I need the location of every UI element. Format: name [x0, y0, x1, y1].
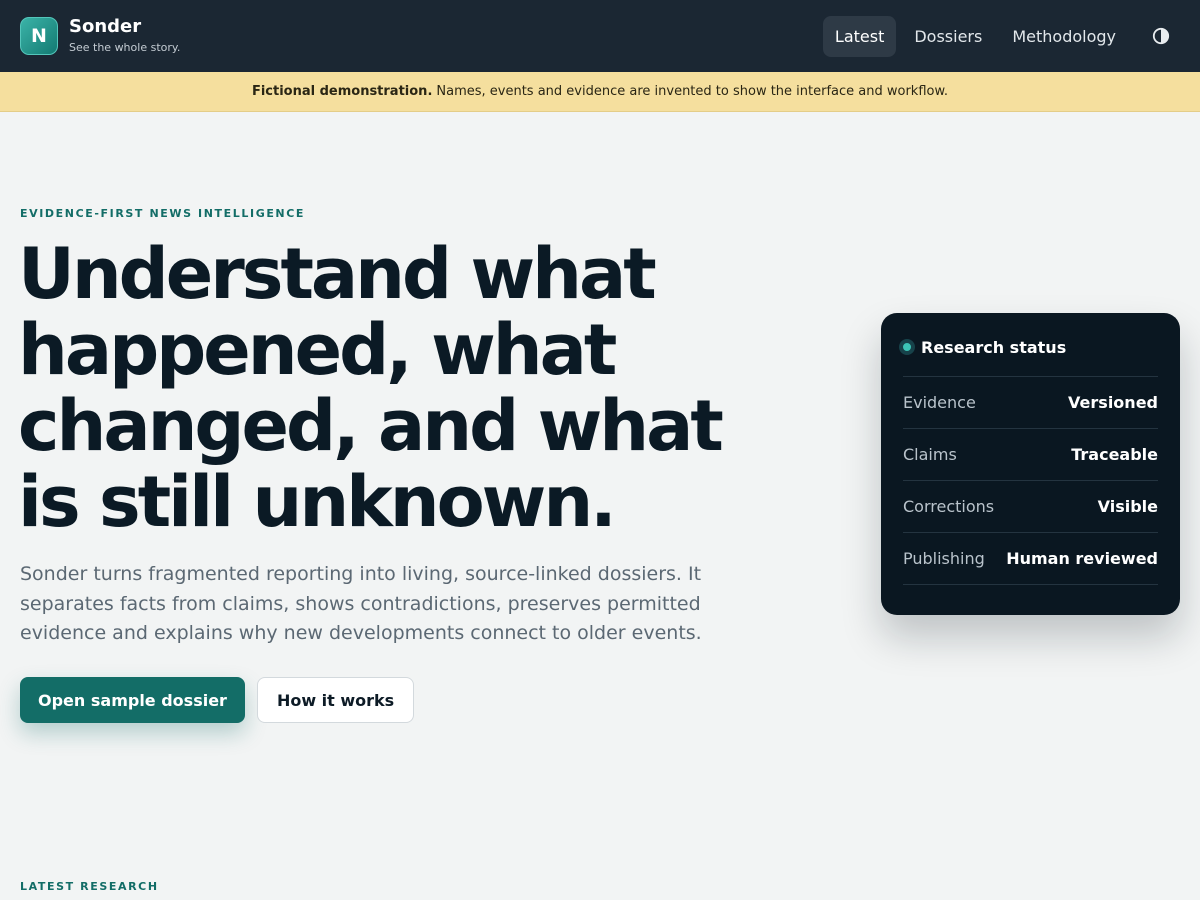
open-sample-dossier-button[interactable]: Open sample dossier: [20, 677, 245, 723]
nav-link-methodology[interactable]: Methodology: [1000, 16, 1128, 57]
nav-link-latest[interactable]: Latest: [822, 15, 897, 57]
status-label: Publishing: [903, 549, 985, 568]
banner-text: Names, events and evidence are invented …: [436, 84, 949, 99]
main-nav: Latest Dossiers Methodology: [817, 15, 1180, 57]
banner-strong-text: Fictional demonstration.: [251, 84, 433, 99]
how-it-works-button[interactable]: How it works: [256, 677, 415, 723]
latest-research-eyebrow: LATEST RESEARCH: [20, 880, 159, 893]
hero-title: Understand what happened, what changed, …: [18, 233, 724, 543]
brand-name: Sonder: [69, 16, 142, 37]
status-value: Versioned: [1068, 393, 1158, 412]
status-value: Traceable: [1071, 445, 1158, 464]
status-row-claims: Claims Traceable: [903, 429, 1158, 481]
brand-tagline: See the whole story.: [69, 41, 181, 54]
brand-home-link[interactable]: N Sonder See the whole story.: [20, 16, 180, 56]
status-list: Evidence Versioned Claims Traceable Corr…: [903, 376, 1158, 585]
theme-toggle-button[interactable]: [1142, 17, 1180, 55]
status-card-header: Research status: [899, 335, 1158, 359]
status-dot-icon: [899, 339, 915, 355]
status-label: Corrections: [903, 497, 995, 516]
status-label: Evidence: [903, 393, 976, 412]
top-navigation-bar: N Sonder See the whole story. Latest Dos…: [0, 0, 1200, 72]
status-value: Visible: [1097, 497, 1158, 516]
research-status-card: Research status Evidence Versioned Claim…: [881, 313, 1180, 615]
nav-link-dossiers[interactable]: Dossiers: [902, 16, 994, 57]
status-card-title: Research status: [921, 337, 1067, 357]
hero-cta-row: Open sample dossier How it works: [20, 677, 415, 723]
brand-text: Sonder See the whole story.: [69, 16, 180, 56]
status-row-publishing: Publishing Human reviewed: [903, 533, 1158, 585]
status-row-corrections: Corrections Visible: [903, 481, 1158, 533]
status-row-evidence: Evidence Versioned: [903, 377, 1158, 429]
status-label: Claims: [903, 445, 957, 464]
logo-icon: N: [20, 17, 58, 55]
fictional-demo-banner: Fictional demonstration. Names, events a…: [0, 72, 1200, 112]
contrast-icon: [1152, 27, 1170, 45]
status-value: Human reviewed: [1006, 549, 1158, 568]
hero-eyebrow: EVIDENCE-FIRST NEWS INTELLIGENCE: [20, 207, 306, 220]
hero-subtitle: Sonder turns fragmented reporting into l…: [20, 563, 702, 644]
